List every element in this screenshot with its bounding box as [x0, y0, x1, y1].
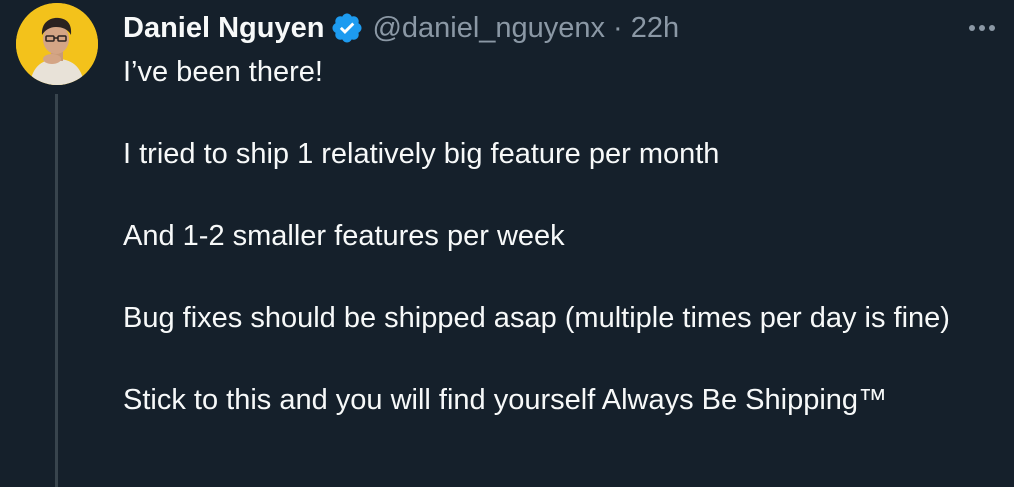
tweet-header: Daniel Nguyen @daniel_nguyenx · 22h [123, 8, 679, 48]
author-handle[interactable]: @daniel_nguyenx [372, 12, 605, 45]
tweet-text: I’ve been there! I tried to ship 1 relat… [123, 52, 993, 421]
avatar[interactable] [16, 3, 98, 85]
tweet-paragraph: And 1-2 smaller features per week [123, 220, 565, 252]
separator-dot: · [613, 11, 623, 44]
avatar-image [16, 3, 98, 85]
tweet-timestamp[interactable]: 22h [631, 12, 679, 45]
thread-line [55, 94, 58, 487]
tweet[interactable]: Daniel Nguyen @daniel_nguyenx · 22h I’ve… [0, 0, 1014, 487]
tweet-paragraph: Stick to this and you will find yourself… [123, 384, 888, 416]
tweet-paragraph: Bug fixes should be shipped asap (multip… [123, 302, 950, 334]
more-options-button[interactable] [962, 8, 1002, 48]
tweet-paragraph: I tried to ship 1 relatively big feature… [123, 138, 720, 170]
verified-badge-icon [330, 11, 364, 45]
more-options-icon [969, 25, 995, 31]
author-name[interactable]: Daniel Nguyen [123, 12, 324, 45]
tweet-paragraph: I’ve been there! [123, 56, 323, 88]
